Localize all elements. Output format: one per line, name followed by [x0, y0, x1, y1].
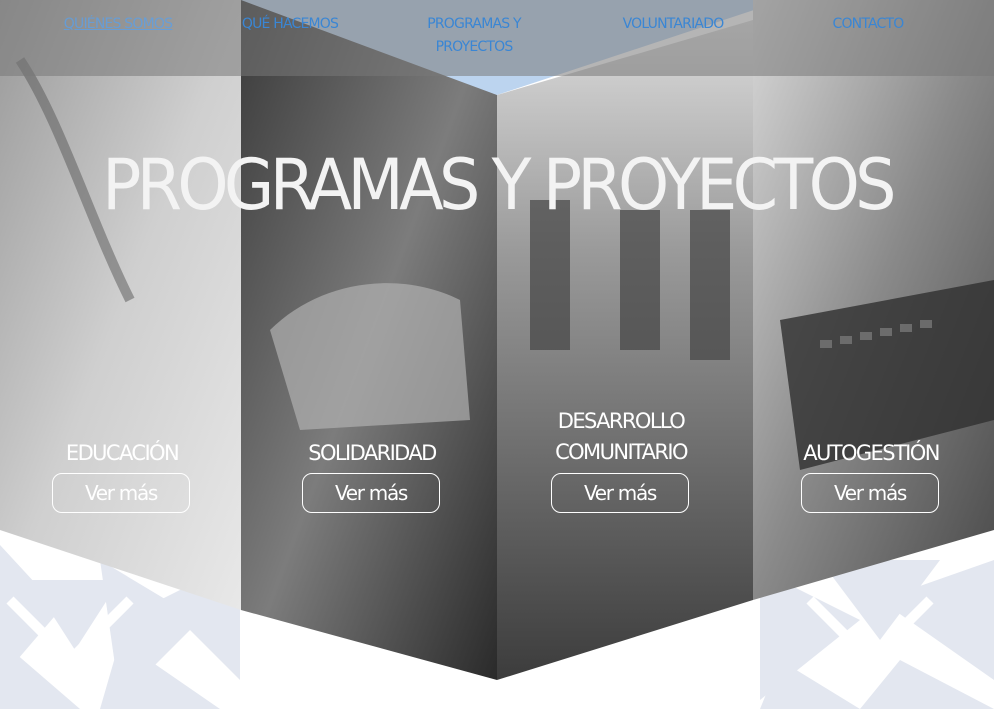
nav-link-voluntariado[interactable]: VOLUNTARIADO: [610, 13, 736, 36]
category-title-line: DESARROLLO: [557, 409, 686, 433]
ver-mas-button-autogestion[interactable]: Ver más: [801, 473, 939, 513]
ver-mas-button-educacion[interactable]: Ver más: [52, 473, 190, 513]
category-title-line: EDUCACIÓN: [65, 441, 180, 465]
page-title: PROGRAMAS Y PROYECTOS: [102, 144, 896, 226]
ver-mas-button-solidaridad[interactable]: Ver más: [302, 473, 440, 513]
category-photo-panels: [0, 0, 994, 680]
ver-mas-button-desarrollo-comunitario[interactable]: Ver más: [551, 473, 689, 513]
nav-link-que-hacemos[interactable]: QUÉ HACEMOS: [230, 13, 350, 36]
category-title-autogestion: AUTOGESTIÓN: [771, 438, 971, 469]
category-title-line: AUTOGESTIÓN: [803, 441, 940, 465]
category-title-educacion: EDUCACIÓN: [22, 438, 222, 469]
category-title-desarrollo-comunitario: DESARROLLO COMUNITARIO: [521, 406, 721, 468]
category-title-line: SOLIDARIDAD: [308, 441, 437, 465]
nav-link-contacto[interactable]: CONTACTO: [818, 13, 918, 36]
category-title-solidaridad: SOLIDARIDAD: [272, 438, 472, 469]
nav-link-quienes-somos[interactable]: QUIÉNES SOMOS: [58, 13, 178, 36]
nav-link-programas-y-proyectos[interactable]: PROGRAMAS Y PROYECTOS: [418, 13, 530, 59]
category-title-line: COMUNITARIO: [555, 440, 688, 464]
